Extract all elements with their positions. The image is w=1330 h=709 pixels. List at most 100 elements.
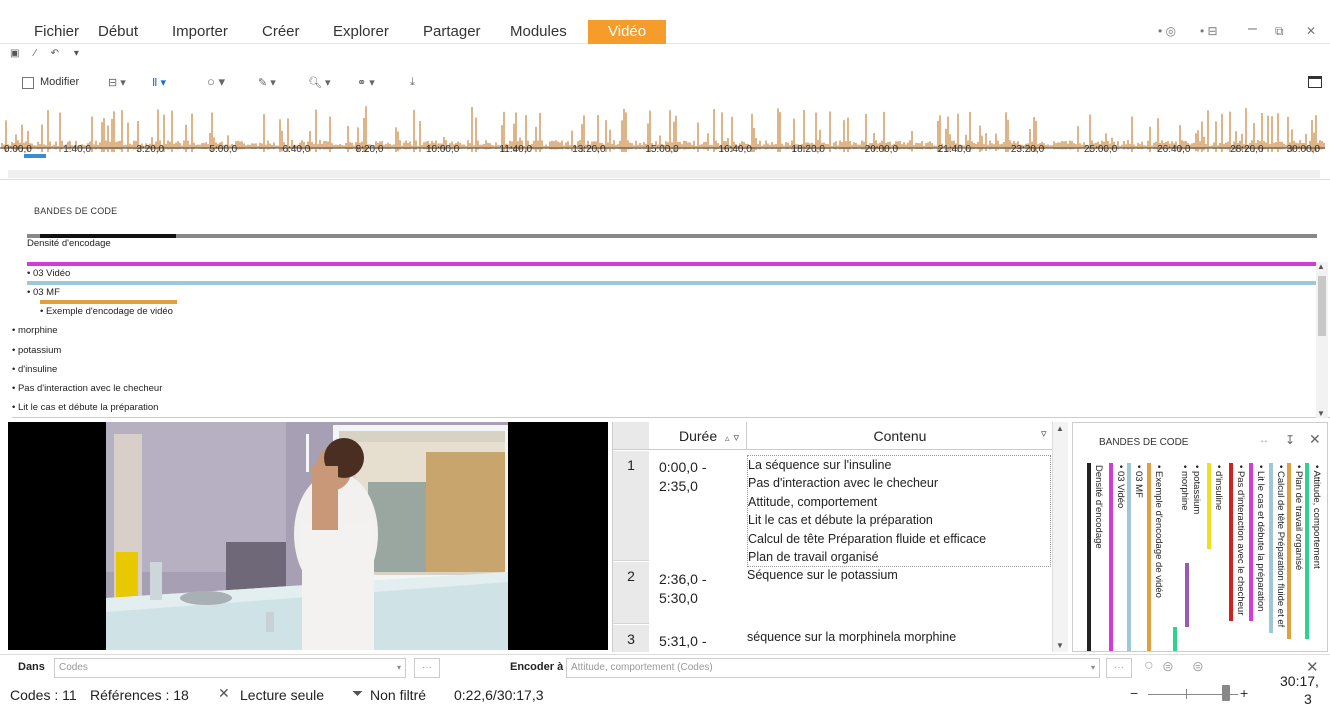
side-stripe-label[interactable]: Densité d'encodage [1093,465,1104,549]
uncode-all-icon[interactable]: ⊜ [1192,658,1204,675]
encoder-browse-button[interactable]: ··· [1106,658,1132,678]
quick-access-toolbar[interactable]: ▣ ⁄ ↶ ▾ [10,48,85,59]
stripe-label-video[interactable]: • 03 Vidéo [27,268,70,279]
close-icon[interactable]: ✕ [1306,24,1316,38]
waveform-graphic[interactable]: 0:00,0 1:40,0 3:20,0 5:00,0 6:40,0 8:20,0 10:0… [0,100,1330,180]
tab-explorer[interactable]: Explorer [333,20,389,44]
tab-debut[interactable]: Début [98,20,138,44]
filter-icon[interactable]: ▿ [733,432,739,444]
row-duration[interactable]: 5:31,0 - [659,632,739,651]
coding-bar: Dans Codes ▾ ··· Encoder à Attitude, com… [0,654,1330,680]
side-stripe-label[interactable]: • potassium [1191,465,1202,514]
content-filter-icon[interactable]: ▿ [1041,427,1047,440]
stripe-label-example[interactable]: • Exemple d'encodage de vidéo [40,306,173,317]
waveform-icon[interactable]: Ⅱ ▾ [152,76,166,89]
stripe-bar-video[interactable] [27,262,1323,266]
side-stripe-label[interactable]: • 03 Vidéo [1115,465,1126,508]
row-number[interactable]: 1 [613,451,649,561]
restore-icon[interactable]: ⧉ [1275,24,1284,39]
maximize-panel-icon[interactable] [1308,76,1322,88]
stripe-bar-mf[interactable] [27,281,1323,285]
scroll-up-icon[interactable]: ▲ [1056,424,1064,433]
highlight-icon[interactable]: ✎ ▾ [258,76,276,89]
help-icon[interactable]: • ◎ [1158,24,1176,38]
scroll-up-icon[interactable]: ▲ [1317,262,1325,271]
col-header-content[interactable]: Contenu [747,422,1053,450]
row-duration[interactable]: 0:00,0 - 2:35,0 [659,458,739,496]
chevron-down-icon[interactable]: ▾ [1091,659,1095,677]
dans-input[interactable]: Codes ▾ [54,658,406,678]
tab-modules[interactable]: Modules [510,20,567,44]
minimize-icon[interactable]: – [1248,20,1257,38]
tab-video[interactable]: Vidéo [588,20,667,44]
table-scrollbar[interactable]: ▲ ▼ [1052,422,1068,652]
side-stripe-bar[interactable] [1229,463,1233,621]
row-content-3[interactable]: séquence sur la morphinela morphine [747,628,1051,646]
encoder-input[interactable]: Attitude, comportement (Codes) ▾ [566,658,1100,678]
side-stripe-label[interactable]: • Calcul de tête Préparation fluide et e… [1275,465,1286,627]
waveform-timeline[interactable]: 0:00,0 1:40,0 3:20,0 5:00,0 6:40,0 8:20,0 10:0… [0,100,1330,180]
export-icon[interactable]: ⤓ [410,76,415,89]
scroll-thumb[interactable] [1318,276,1326,336]
side-stripe-bar[interactable] [1287,463,1291,639]
row-duration[interactable]: 2:36,0 - 5:30,0 [659,570,739,608]
stripe-label-morphine[interactable]: • morphine [12,325,58,336]
side-stripe-bar[interactable] [1207,463,1211,549]
zoom-out-button[interactable]: − [1130,685,1138,701]
tab-creer[interactable]: Créer [262,20,300,44]
circle-icon[interactable]: ○ ▾ [207,74,225,90]
tab-importer[interactable]: Importer [172,20,228,44]
side-stripe-bar[interactable] [1269,463,1273,633]
stripe-label-mf[interactable]: • 03 MF [27,287,60,298]
side-stripe-bar[interactable] [1305,463,1309,639]
side-stripe-bar[interactable] [1087,463,1091,651]
playhead-marker[interactable] [24,154,46,158]
zoom-slider-thumb[interactable] [1222,685,1230,701]
side-stripe-bar[interactable] [1185,563,1189,627]
tab-partager[interactable]: Partager [423,20,481,44]
tab-fichier[interactable]: Fichier [34,20,79,44]
modifier-checkbox[interactable] [22,77,34,89]
side-stripe-label[interactable]: • morphine [1179,465,1190,511]
side-stripe-label[interactable]: • Plan de travail organisé [1293,465,1304,570]
orientation-icon[interactable]: ↧ [1285,433,1295,447]
stripe-label-potassium[interactable]: • potassium [12,345,61,356]
side-stripe-label[interactable]: • 03 MF [1133,465,1144,498]
stripe-label-insuline[interactable]: • d'insuline [12,364,57,375]
side-stripe-label[interactable]: • d'insuline [1213,465,1224,510]
feedback-icon[interactable]: • ⊟ [1200,24,1218,38]
row-content-2[interactable]: Séquence sur le potassium [747,566,1051,584]
row-number[interactable]: 3 [613,625,649,652]
row-number[interactable]: 2 [613,562,649,624]
stripe-label-interaction[interactable]: • Pas d'interaction avec le checheur [12,383,162,394]
scroll-down-icon[interactable]: ▼ [1056,641,1064,650]
side-stripe-bar[interactable] [1249,463,1253,621]
col-header-duration[interactable]: Durée ▵ ▿ [649,422,747,450]
side-stripe-bar[interactable] [1147,463,1151,651]
stripe-bar-example[interactable] [40,300,177,304]
side-stripe-bar[interactable] [1173,627,1177,651]
side-stripe-label[interactable]: • Pas d'interaction avec le checheur [1235,465,1246,615]
side-stripe-label[interactable]: • Attitude, comportement [1311,465,1322,569]
side-stripe-label[interactable]: • Lit le cas et débute la préparation [1255,465,1266,611]
transcript-icon[interactable]: ⊟ ▾ [108,76,126,89]
chevron-down-icon[interactable]: ▾ [397,659,401,677]
scroll-down-icon[interactable]: ▼ [1317,409,1325,418]
side-stripe-bar[interactable] [1109,463,1113,651]
side-stripe-bar[interactable] [1127,463,1131,651]
uncode-icon[interactable]: ⊜ [1162,658,1174,675]
code-icon[interactable]: ○ [1144,657,1154,675]
dans-browse-button[interactable]: ··· [414,658,440,678]
collapse-icon[interactable]: ↔ [1259,435,1269,446]
side-stripe-label[interactable]: • Exemple d'encodage de vidéo [1153,465,1164,598]
timeline-scrollbar[interactable] [8,170,1320,178]
row-content-1[interactable]: La séquence sur l'insuline Pas d'interac… [747,455,1051,568]
link-icon[interactable]: ⚭ ▾ [357,76,375,89]
zoom-in-button[interactable]: + [1240,685,1248,701]
zoom-icon[interactable]: 🔍︎ ▾ [308,76,331,89]
stripe-label-lit[interactable]: • Lit le cas et débute la préparation [12,402,158,413]
close-panel-icon[interactable]: ✕ [1309,431,1321,448]
video-player[interactable] [8,422,608,650]
stripes-scrollbar[interactable]: ▲ ▼ [1316,262,1328,418]
sort-asc-icon[interactable]: ▵ [725,433,730,443]
